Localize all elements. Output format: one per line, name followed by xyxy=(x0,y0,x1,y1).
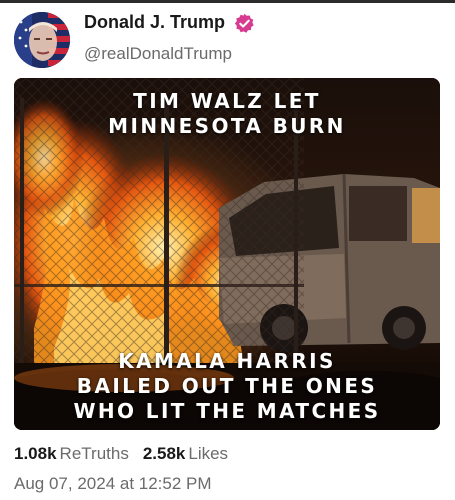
retruths-count: 1.08k xyxy=(14,444,57,463)
author-avatar[interactable] xyxy=(14,12,70,68)
author-name[interactable]: Donald J. Trump xyxy=(84,12,225,33)
likes-stat[interactable]: 2.58k Likes xyxy=(143,444,228,464)
likes-label: Likes xyxy=(188,444,229,463)
image-caption-top: TIM WALZ LET MINNESOTA BURN xyxy=(14,89,440,139)
post-timestamp[interactable]: Aug 07, 2024 at 12:52 PM xyxy=(14,474,212,494)
retruths-stat[interactable]: 1.08k ReTruths xyxy=(14,444,129,464)
post-header: Donald J. Trump @realDonaldTrump xyxy=(0,0,455,78)
image-caption-bottom: KAMALA HARRIS BAILED OUT THE ONES WHO LI… xyxy=(14,349,440,424)
likes-count: 2.58k xyxy=(142,444,186,463)
caption-line: BAILED OUT THE ONES xyxy=(76,374,378,398)
caption-line: KAMALA HARRIS xyxy=(118,349,336,373)
caption-line: WHO LIT THE MATCHES xyxy=(73,399,381,423)
post-image[interactable]: TIM WALZ LET MINNESOTA BURN KAMALA HARRI… xyxy=(14,78,440,430)
verified-badge-icon xyxy=(234,13,254,33)
post-stats: 1.08k ReTruths 2.58k Likes xyxy=(14,444,242,464)
caption-line: TIM WALZ LET xyxy=(133,89,321,113)
caption-line: MINNESOTA BURN xyxy=(108,114,346,138)
flag-portrait-avatar-icon xyxy=(14,12,70,68)
retruths-label: ReTruths xyxy=(59,444,129,463)
author-handle[interactable]: @realDonaldTrump xyxy=(84,44,232,64)
